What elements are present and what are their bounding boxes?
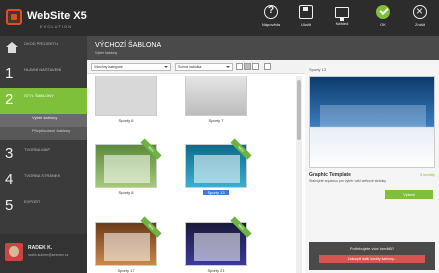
template-preview-panel: Sporty 13 Graphic Template 3 kredity Sta… [305,64,439,273]
template-name: Sporty 21 [207,268,225,273]
step-number: 2 [5,91,14,108]
sidebar-item-step-2[interactable]: 2 STYL ŠABLONY [0,88,87,114]
select-template-button[interactable]: Vybrat [385,190,433,199]
close-icon [413,4,427,19]
preview-button[interactable]: Náhled [325,5,359,35]
preview-title: Sporty 13 [309,67,327,72]
template-name: Sporty 8 [118,190,134,195]
view-list-icon[interactable] [236,63,243,70]
credits-footer: Potřebujete více kreditů? Zakoupit další… [309,242,435,270]
template-card-selected[interactable]: NEW Sporty 13 [185,138,252,198]
help-icon [264,5,278,19]
user-panel[interactable]: RADEK K. radek.kulmer@seznam.cz [0,234,87,273]
sort-select-value: Scéná nabídka [178,65,202,69]
user-email: radek.kulmer@seznam.cz [28,253,69,257]
template-card[interactable]: NEW Sporty 17 [95,216,162,273]
close-label: Zrušit [415,22,425,27]
help-label: Nápověda [261,22,281,27]
ok-button[interactable]: OK [366,5,400,35]
sort-select[interactable]: Scéná nabídka [175,63,233,71]
preview-credits: 3 kredity [419,172,435,177]
chevron-down-icon [226,66,230,68]
preview-label: Náhled [335,21,349,26]
template-card[interactable]: NEW Sporty 21 [185,216,252,273]
step-number: 5 [5,197,14,214]
preview-icon [335,7,349,21]
page-icon[interactable] [264,63,271,70]
sidebar-subitem-label: Přizpůsobení šablony [32,128,71,133]
template-thumbnail [95,76,157,116]
close-button[interactable]: Zrušit [403,4,437,35]
template-card[interactable]: NEW Sporty 8 [95,138,162,198]
sidebar-subitem-template-choice[interactable]: Výběr šablony [0,114,87,127]
page-subtitle: Výběr šablony [95,51,118,55]
template-name: Sporty 13 [203,190,229,195]
template-name: Sporty 7 [208,118,224,123]
sidebar-item-step-5[interactable]: 5 EXPORT [0,194,87,220]
help-button[interactable]: Nápověda [254,5,288,35]
template-card[interactable]: Sporty 6 [95,76,157,126]
sidebar-item-label: TVORBA MAP [24,147,51,152]
ok-label: OK [380,22,386,27]
ok-icon [376,5,390,19]
sidebar-item-step-4[interactable]: 4 TVORBA STRÁNEK [0,168,87,194]
step-number: 1 [5,65,14,82]
avatar [5,243,23,261]
page-title: VÝCHOZÍ ŠABLONA [95,42,162,49]
view-grid-large-icon[interactable] [252,63,259,70]
preview-description: Stahujete snpassu pro výběr vaší webové … [309,179,387,183]
logo-icon [6,9,22,25]
template-card[interactable]: Sporty 7 [185,76,247,126]
top-toolbar: WebSite X5 EVOLUTION Nápověda Uložit Náh… [0,0,439,36]
home-icon [6,42,18,53]
save-icon [299,5,313,19]
category-select[interactable]: Všechny kategorie [91,63,171,71]
logo-text: WebSite X5 [27,10,87,22]
credits-question: Potřebujete více kreditů? [349,246,395,251]
scrollbar-thumb[interactable] [297,80,301,140]
chevron-down-icon [164,66,168,68]
template-thumbnail [185,76,247,116]
sidebar-item-label: ÚVOD PROJEKTU [24,41,59,46]
app-window: WebSite X5 EVOLUTION Nápověda Uložit Náh… [0,0,439,273]
grid-scrollbar[interactable] [296,76,302,273]
sidebar-item-label: TVORBA STRÁNEK [24,173,61,178]
view-grid-small-icon[interactable] [244,63,251,70]
step-number: 4 [5,171,14,188]
page-header: VÝCHOZÍ ŠABLONA Výběr šablony [87,36,439,60]
save-label: Uložit [300,22,311,27]
save-button[interactable]: Uložit [289,5,323,35]
sidebar-item-label: HLAVNÍ NASTAVENÍ [24,67,62,72]
sidebar-item-label: STYL ŠABLONY [24,93,54,98]
user-name: RADEK K. [28,245,53,251]
sidebar-subitem-template-custom[interactable]: Přizpůsobení šablony [0,127,87,140]
main-panel: VÝCHOZÍ ŠABLONA Výběr šablony Všechny ka… [87,36,439,273]
sidebar-item-home[interactable]: ÚVOD PROJEKTU [0,36,87,62]
sidebar-item-label: EXPORT [24,199,41,204]
sidebar-subitem-label: Výběr šablony [32,115,58,120]
sidebar-item-step-3[interactable]: 3 TVORBA MAP [0,142,87,168]
category-select-value: Všechny kategorie [94,65,123,69]
preview-image [309,76,435,168]
template-name: Sporty 17 [117,268,135,273]
logo-subtitle: EVOLUTION [40,24,73,29]
step-number: 3 [5,145,14,162]
template-grid: Sporty 6 Sporty 7 NEW Sporty 8 NEW Sport… [91,76,294,273]
preview-template-name: Graphic Template [309,172,351,178]
template-name: Sporty 6 [118,118,134,123]
buy-credits-link[interactable]: Zakoupit další kredity šablony... [319,255,425,263]
sidebar-item-step-1[interactable]: 1 HLAVNÍ NASTAVENÍ [0,62,87,88]
